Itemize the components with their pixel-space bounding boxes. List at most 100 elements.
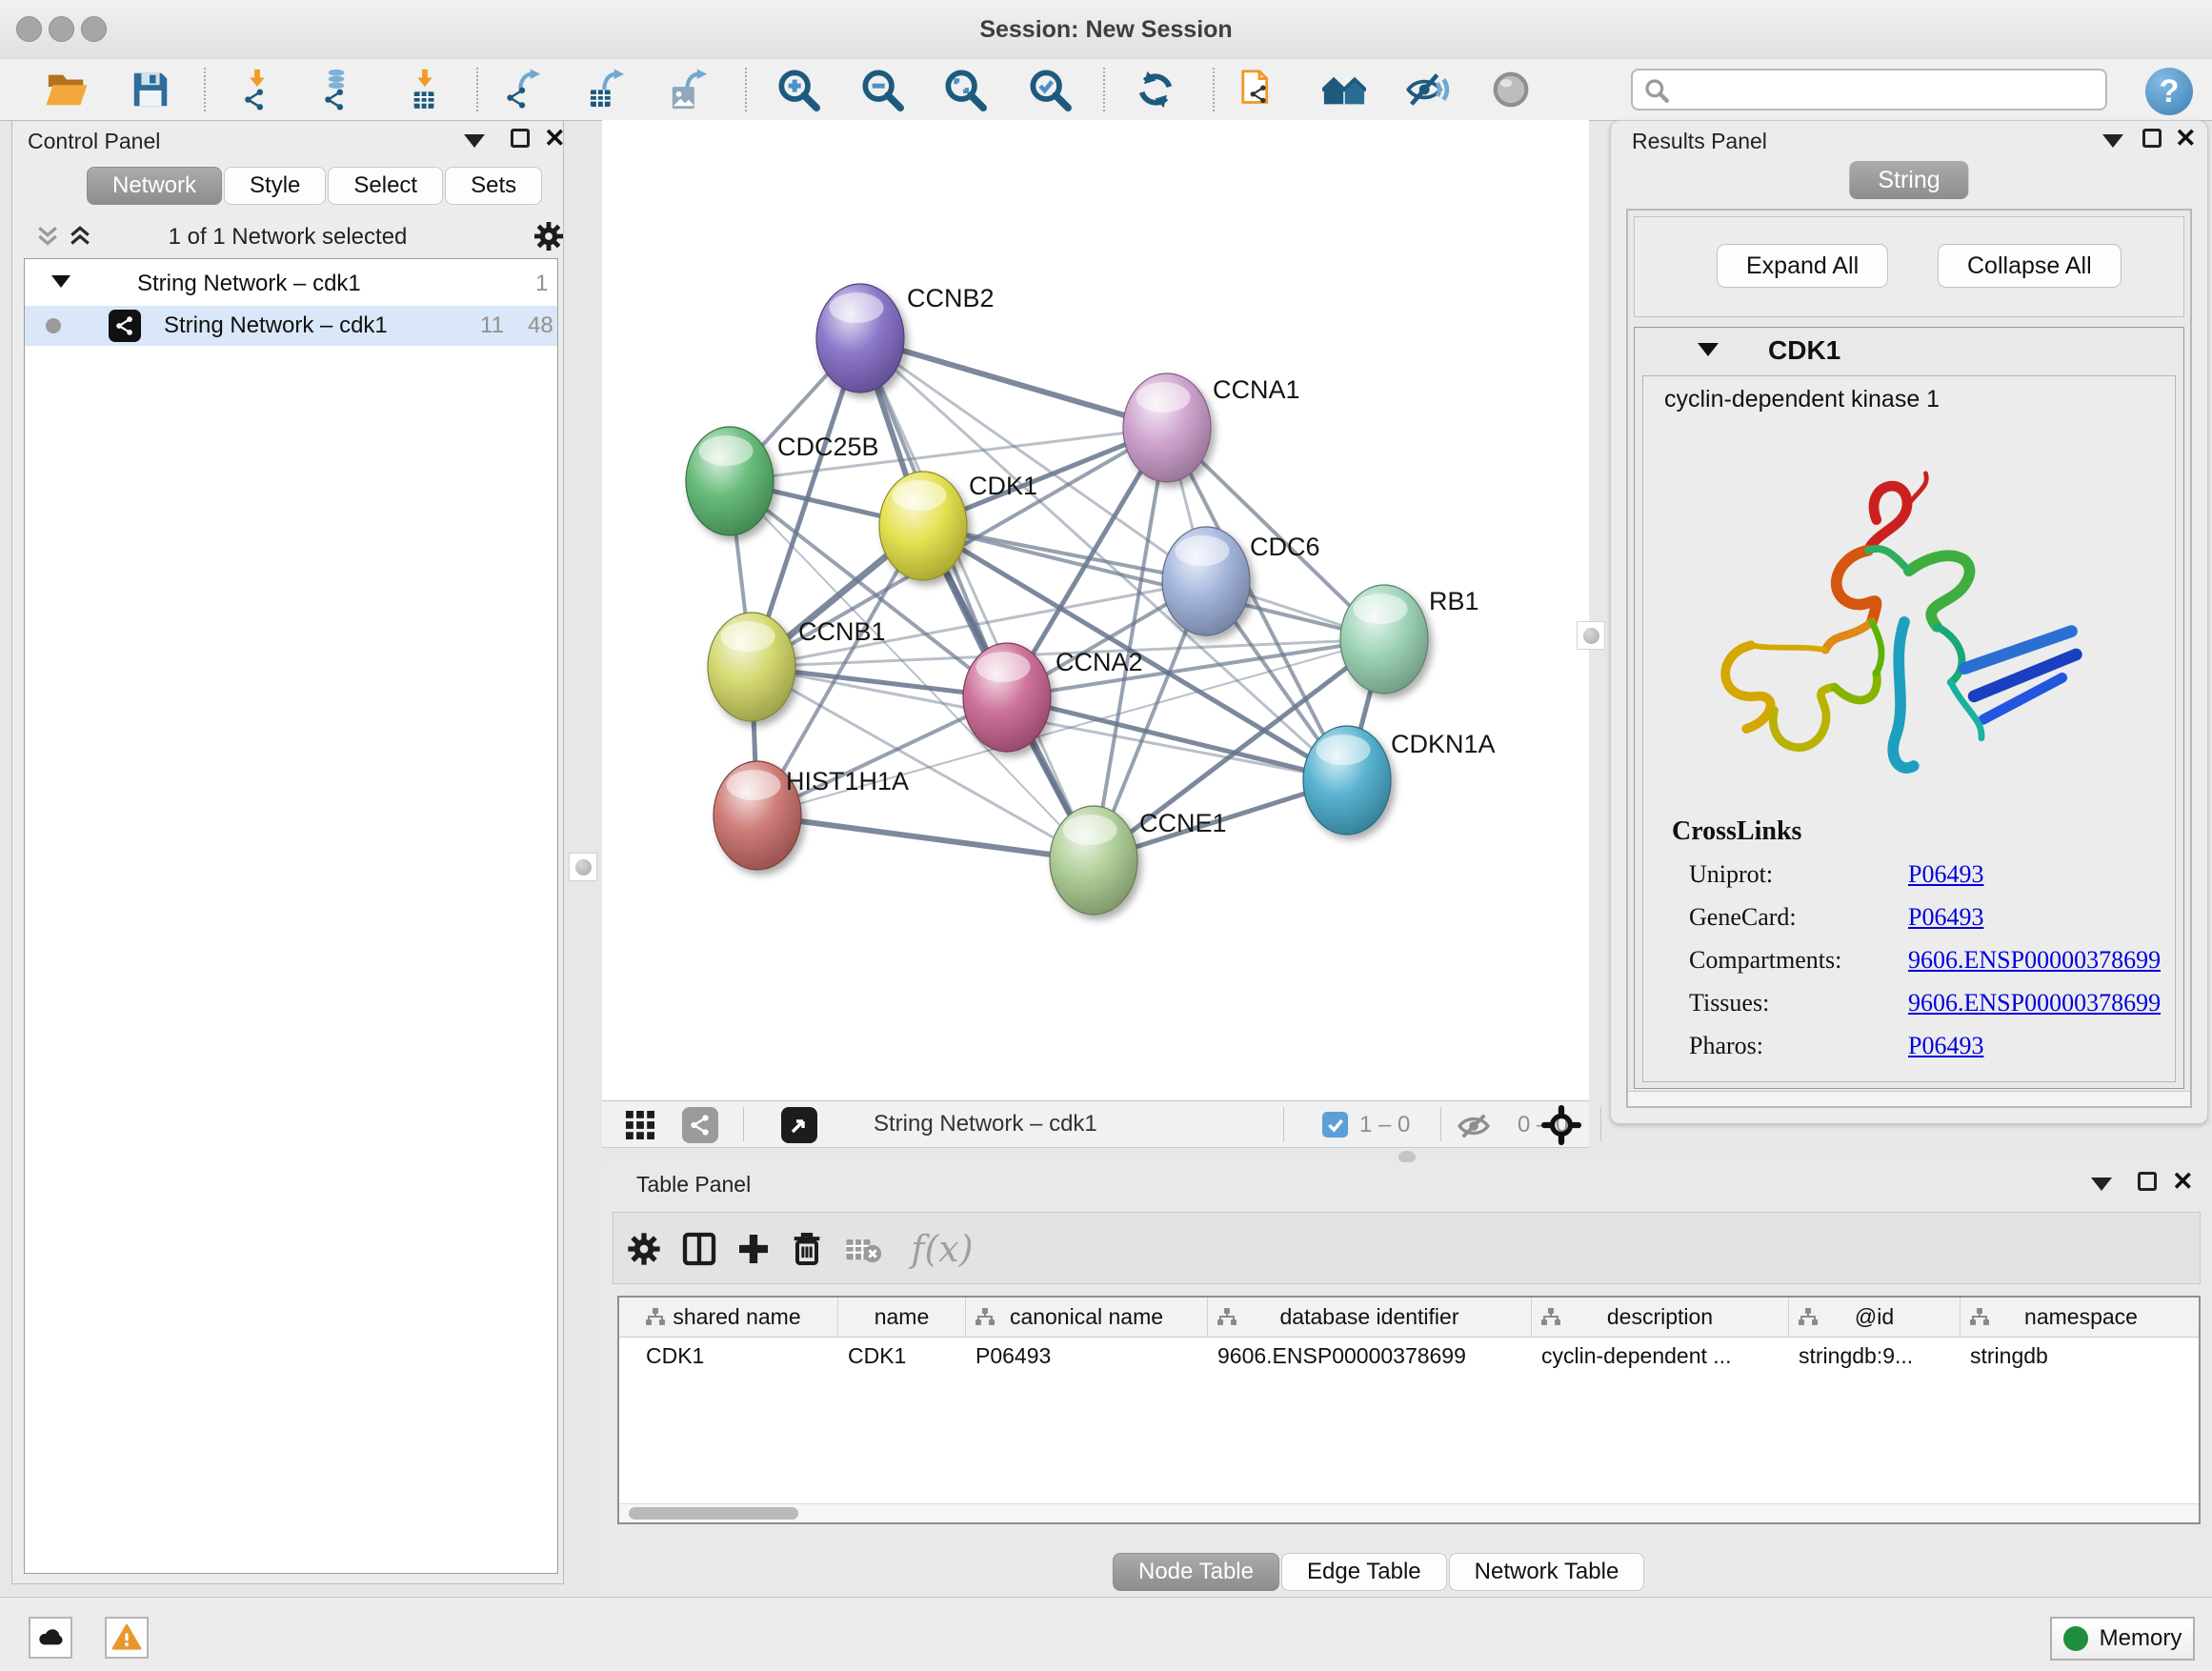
network-node-CDK1[interactable] xyxy=(879,472,967,580)
network-node-CDC6[interactable] xyxy=(1162,527,1250,635)
network-node-CCNB2[interactable] xyxy=(816,284,904,393)
help-button[interactable]: ? xyxy=(2145,68,2193,115)
table-settings-gear-icon[interactable] xyxy=(621,1226,667,1272)
collapse-section-icon[interactable] xyxy=(1698,343,1719,356)
tab-sets[interactable]: Sets xyxy=(445,167,542,205)
tab-network[interactable]: Network xyxy=(87,167,222,205)
crosslink-link[interactable]: 9606.ENSP00000378699 xyxy=(1908,946,2161,974)
open-session-button[interactable] xyxy=(44,67,90,112)
grid-view-icon[interactable] xyxy=(623,1108,657,1142)
tab-edge-table[interactable]: Edge Table xyxy=(1281,1553,1447,1591)
network-node-CCNA1[interactable] xyxy=(1123,373,1213,482)
table-cell[interactable]: CDK1 xyxy=(838,1338,966,1376)
column-header-shared-name[interactable]: shared name xyxy=(636,1298,838,1338)
import-network-from-database-button[interactable] xyxy=(314,67,360,112)
network-edge-CCNB2-CCNA1[interactable] xyxy=(860,338,1167,428)
collapse-collection-icon[interactable] xyxy=(51,275,70,288)
refresh-layout-button[interactable] xyxy=(1133,67,1178,112)
table-toolbar: f(x) xyxy=(613,1212,2201,1284)
column-header-database-identifier[interactable]: database identifier xyxy=(1208,1298,1532,1338)
network-node-CDKN1A[interactable] xyxy=(1303,726,1391,835)
maximize-panel-icon[interactable] xyxy=(2142,129,2162,148)
reposition-crosshair-icon[interactable] xyxy=(1541,1105,1581,1145)
table-cell[interactable]: stringdb:9... xyxy=(1789,1338,1961,1376)
tab-string[interactable]: String xyxy=(1849,161,1968,199)
network-thumbnail-icon[interactable] xyxy=(682,1107,718,1143)
float-panel-icon[interactable] xyxy=(464,134,485,148)
save-session-button[interactable] xyxy=(128,67,173,112)
crosslink-row: Pharos:P06493 xyxy=(1689,1032,2165,1075)
table-scrollbar-thumb[interactable] xyxy=(629,1507,798,1520)
crosslink-link[interactable]: 9606.ENSP00000378699 xyxy=(1908,989,2161,1017)
crosslink-link[interactable]: P06493 xyxy=(1908,1032,1983,1059)
network-node-CCNE1[interactable] xyxy=(1050,806,1137,915)
birdseye-view-icon[interactable] xyxy=(781,1107,817,1143)
cloud-button[interactable] xyxy=(29,1617,72,1659)
clone-network-button[interactable] xyxy=(1237,67,1282,112)
import-network-from-file-button[interactable] xyxy=(234,67,280,112)
maximize-panel-icon[interactable] xyxy=(2138,1172,2157,1191)
column-header-@id[interactable]: @id xyxy=(1789,1298,1961,1338)
warnings-button[interactable] xyxy=(105,1617,149,1659)
results-scrollbar-track[interactable] xyxy=(1628,1091,2190,1106)
column-header-description[interactable]: description xyxy=(1532,1298,1789,1338)
crosslink-link[interactable]: P06493 xyxy=(1908,860,1983,888)
network-edge-HIST1H1A-CCNE1[interactable] xyxy=(757,815,1094,860)
network-node-CDC25B[interactable] xyxy=(686,427,774,535)
column-header-canonical-name[interactable]: canonical name xyxy=(966,1298,1208,1338)
import-table-from-file-button[interactable] xyxy=(402,67,448,112)
close-panel-icon[interactable]: ✕ xyxy=(2172,1170,2194,1193)
memory-button[interactable]: Memory xyxy=(2050,1617,2195,1661)
crosslink-link[interactable]: P06493 xyxy=(1908,903,1983,931)
export-table-button[interactable] xyxy=(584,67,630,112)
control-panel-title: Control Panel xyxy=(28,129,160,154)
maximize-panel-icon[interactable] xyxy=(511,129,530,148)
zoom-in-button[interactable] xyxy=(775,67,821,112)
network-node-count: 11 xyxy=(480,312,504,339)
search-box xyxy=(1631,69,2107,111)
table-cell[interactable]: CDK1 xyxy=(636,1338,838,1376)
network-collection-row[interactable]: String Network – cdk1 1 xyxy=(25,264,557,304)
tab-select[interactable]: Select xyxy=(328,167,443,205)
network-canvas[interactable]: CCNB2CCNA1CDC25BCDK1CDC6RB1CCNB1CCNA2CDK… xyxy=(602,120,1589,1100)
table-scrollbar-track[interactable] xyxy=(619,1503,2199,1522)
home-button[interactable] xyxy=(1321,67,1367,112)
toolbar-separator xyxy=(1103,68,1105,111)
collapse-all-button[interactable]: Collapse All xyxy=(1938,244,2122,288)
network-graph[interactable]: CCNB2CCNA1CDC25BCDK1CDC6RB1CCNB1CCNA2CDK… xyxy=(602,120,1589,1100)
column-header-namespace[interactable]: namespace xyxy=(1961,1298,2201,1338)
network-node-CCNB1[interactable] xyxy=(708,613,795,721)
left-splitter-handle[interactable] xyxy=(569,853,597,881)
zoom-out-button[interactable] xyxy=(859,67,905,112)
export-image-button[interactable] xyxy=(667,67,713,112)
close-panel-icon[interactable]: ✕ xyxy=(544,127,566,150)
network-node-RB1[interactable] xyxy=(1340,585,1428,694)
gear-icon[interactable] xyxy=(532,219,566,253)
expand-all-button[interactable]: Expand All xyxy=(1717,244,1888,288)
network-row-selected[interactable]: String Network – cdk1 11 48 xyxy=(25,306,557,346)
show-columns-icon[interactable] xyxy=(676,1226,722,1272)
lens-button[interactable] xyxy=(1488,67,1534,112)
tab-network-table[interactable]: Network Table xyxy=(1449,1553,1645,1591)
tab-node-table[interactable]: Node Table xyxy=(1113,1553,1279,1591)
table-cell[interactable]: 9606.ENSP00000378699 xyxy=(1208,1338,1532,1376)
add-column-plus-icon[interactable] xyxy=(731,1226,776,1272)
zoom-selected-button[interactable] xyxy=(1027,67,1073,112)
selected-nodes-checkbox[interactable] xyxy=(1322,1112,1348,1137)
float-panel-icon[interactable] xyxy=(2091,1178,2112,1191)
tab-style[interactable]: Style xyxy=(224,167,326,205)
table-cell[interactable]: stringdb xyxy=(1961,1338,2201,1376)
delete-column-trash-icon[interactable] xyxy=(784,1226,830,1272)
table-cell[interactable]: cyclin-dependent ... xyxy=(1532,1338,1789,1376)
network-node-CCNA2[interactable] xyxy=(963,643,1051,757)
export-network-button[interactable] xyxy=(500,67,546,112)
node-result-section: CDK1 cyclin-dependent kinase 1 xyxy=(1634,327,2184,1089)
zoom-fit-button[interactable] xyxy=(942,67,988,112)
search-input[interactable] xyxy=(1677,72,2100,109)
table-cell[interactable]: P06493 xyxy=(966,1338,1208,1376)
close-panel-icon[interactable]: ✕ xyxy=(2175,127,2197,150)
column-header-name[interactable]: name xyxy=(838,1298,966,1338)
float-panel-icon[interactable] xyxy=(2102,134,2123,148)
right-splitter-handle[interactable] xyxy=(1577,621,1605,650)
hide-panel-eye-button[interactable] xyxy=(1405,67,1451,112)
